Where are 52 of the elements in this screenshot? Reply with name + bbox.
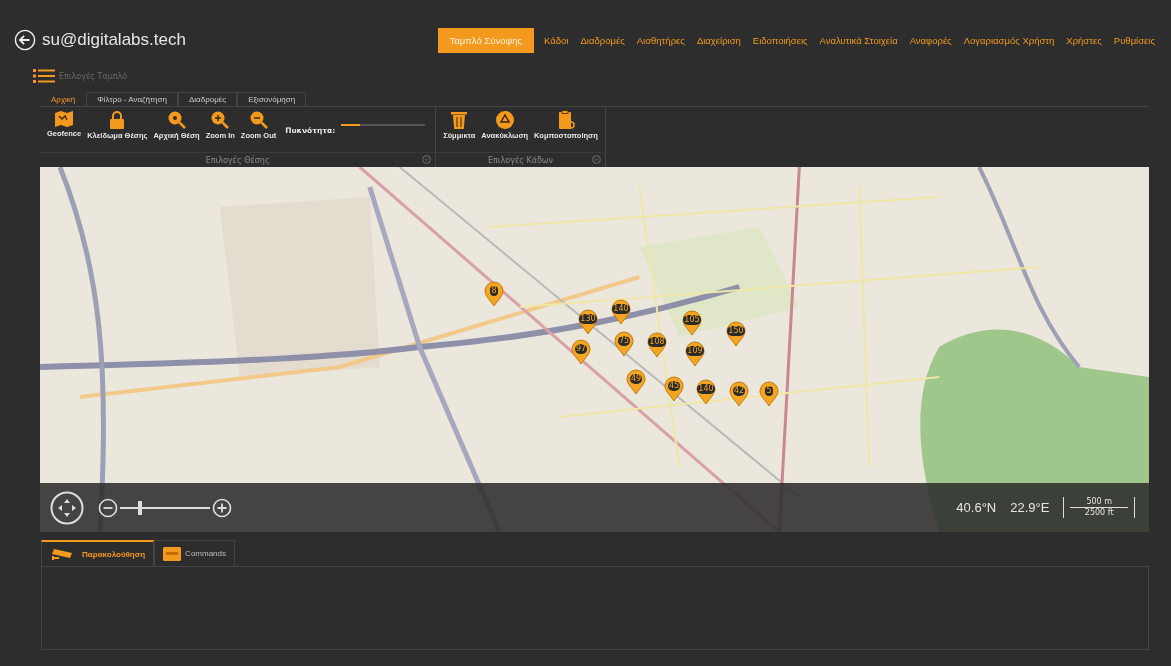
bin-marker[interactable]: 42 <box>729 381 749 407</box>
zoom-out-icon[interactable] <box>98 497 118 518</box>
ribbon-tab[interactable]: Διαδρομές <box>177 92 238 106</box>
ribbon-tab[interactable]: Εξισονόμηση <box>237 92 307 106</box>
bin-marker[interactable]: 45 <box>664 376 684 402</box>
ribbon-tab[interactable]: Φίλτρο - Αναζήτηση <box>86 92 178 106</box>
bin-marker[interactable]: 108 <box>647 332 667 358</box>
bin-marker[interactable]: 130 <box>578 309 598 335</box>
nav-tab[interactable]: Λογαριασμός Χρήστη <box>957 27 1061 53</box>
bin-marker[interactable]: 8 <box>484 281 504 307</box>
longitude-text: 22.9°E <box>1010 500 1050 515</box>
nav-tab[interactable]: Διαδρομές <box>574 27 631 53</box>
bottom-tab[interactable]: Παρακολούθηση <box>41 540 155 566</box>
nav-tab[interactable]: Αισθητήρες <box>630 27 691 53</box>
bin-marker[interactable]: 5 <box>759 381 779 407</box>
terminal-icon <box>163 546 182 561</box>
list-icon <box>33 69 55 83</box>
bin-marker[interactable]: 150 <box>726 321 746 347</box>
bin-marker[interactable]: 49 <box>626 369 646 395</box>
nav-tab[interactable]: Αναφορές <box>903 27 958 53</box>
bottom-tab[interactable]: Commands <box>154 540 235 566</box>
bin-marker[interactable]: 140 <box>696 379 716 405</box>
account-email: su@digitalabs.tech <box>42 30 186 50</box>
recycle-icon <box>494 110 515 130</box>
back-icon[interactable] <box>14 29 36 51</box>
bin-marker[interactable]: 140 <box>611 299 631 325</box>
nav-tab[interactable]: Ειδοποιήσεις <box>746 27 814 53</box>
map-view[interactable]: 8 130 140 105 150 97 75 108 109 49 45 140 42 5 40.6°N 22.9°E 500 m 2500 ft <box>40 167 1149 532</box>
nav-tab[interactable]: Αναλυτικά Στοιχεία <box>813 27 904 53</box>
latitude-text: 40.6°N <box>956 500 997 515</box>
map-icon <box>54 110 75 128</box>
scale-bar: 500 m 2500 ft <box>1063 497 1135 518</box>
zoom-out-icon <box>248 110 269 130</box>
nav-tab[interactable]: Διαχείριση <box>690 27 747 53</box>
bin-marker[interactable]: 109 <box>685 341 705 367</box>
bin-marker[interactable]: 97 <box>571 339 591 365</box>
zoom-in-icon[interactable] <box>212 497 232 518</box>
nav-tab[interactable]: Χρήστες <box>1060 27 1108 53</box>
clipboard-icon <box>556 110 575 130</box>
bin-marker[interactable]: 105 <box>682 310 702 336</box>
slider-thumb[interactable] <box>138 500 142 515</box>
group-label: Επιλογές Κάδων <box>487 155 554 165</box>
magnifier-icon <box>166 110 187 130</box>
panel-title: Επιλογές Ταμπλό <box>59 71 128 81</box>
nav-tab[interactable]: Ρυθμίσεις <box>1107 27 1161 53</box>
pan-control-icon[interactable] <box>50 490 84 525</box>
nav-tab[interactable]: Κάδοι <box>538 27 575 53</box>
group-label: Επιλογές Θέσης <box>205 155 270 165</box>
ribbon-tab[interactable]: Αρχική <box>40 92 87 106</box>
zoom-in-icon <box>210 110 231 130</box>
bin-marker[interactable]: 75 <box>614 331 634 357</box>
trash-icon <box>450 110 469 130</box>
